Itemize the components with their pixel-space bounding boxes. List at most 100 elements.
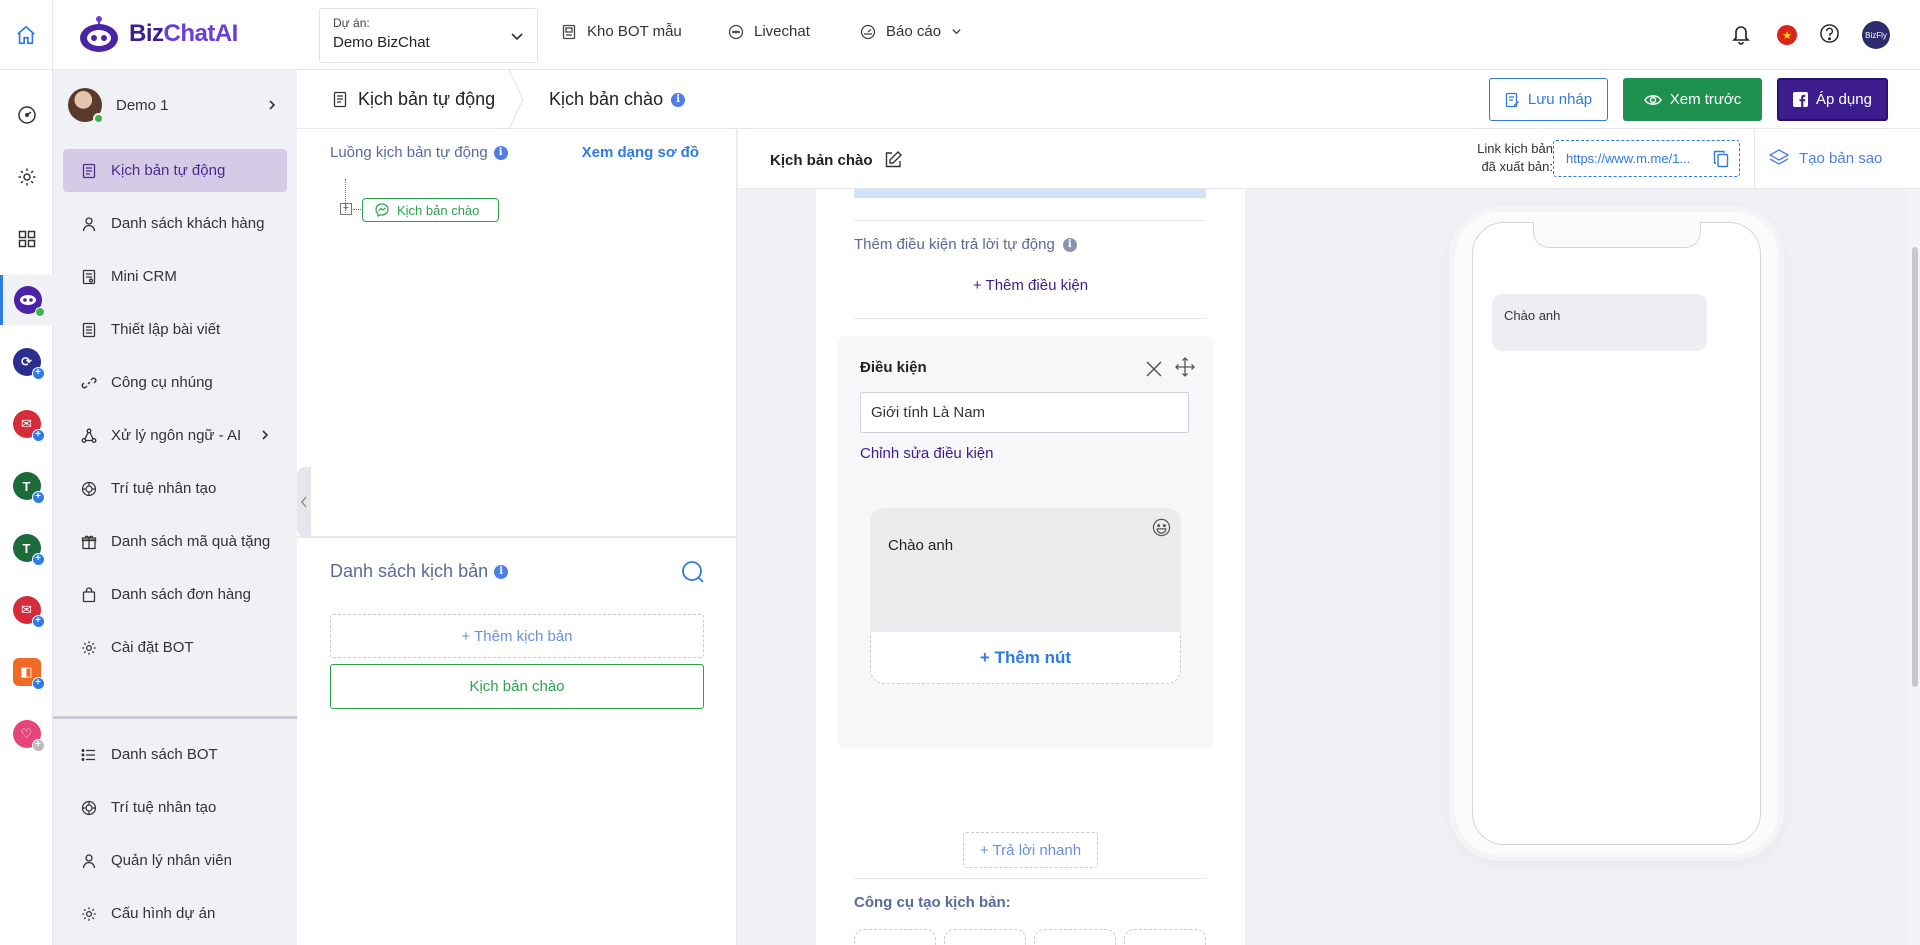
rail-settings[interactable] (0, 152, 53, 202)
tool-button[interactable] (1034, 929, 1116, 945)
save-draft-label: Lưu nháp (1527, 91, 1593, 108)
info-icon[interactable]: i (493, 145, 508, 160)
sidebar-item-staff[interactable]: Quản lý nhân viên (63, 839, 287, 882)
rail-apps[interactable] (0, 214, 53, 264)
emoji-icon[interactable] (1152, 518, 1171, 537)
project-select[interactable]: Dự án: Demo BizChat (319, 8, 538, 63)
sidebar-item-customers[interactable]: Danh sách khách hàng (63, 202, 287, 245)
rail-app-4[interactable]: T + (0, 461, 53, 511)
message-text[interactable]: Chào anh (888, 537, 953, 554)
sidebar-item-ai-2[interactable]: Trí tuệ nhân tạo (63, 786, 287, 829)
tool-button[interactable] (854, 929, 936, 945)
edit-icon[interactable] (883, 150, 903, 170)
tool-button[interactable] (1124, 929, 1206, 945)
sidebar-item-project-config[interactable]: Cấu hình dự án (63, 892, 287, 935)
app-rail: ⟳ + ✉ + T + T + ✉ + ◧ + ♡ + (0, 70, 53, 945)
edit-condition-link[interactable]: Chỉnh sửa điều kiện (860, 445, 993, 462)
add-button-button[interactable]: + Thêm nút (870, 632, 1181, 684)
nav-livechat[interactable]: Livechat (728, 23, 810, 40)
tree-app-icon: T + (12, 472, 45, 504)
published-link-label-line2: đã xuất bản: (1481, 159, 1553, 174)
facebook-icon (1793, 92, 1809, 107)
info-icon[interactable]: i (494, 564, 509, 579)
condition-label: Điều kiện (860, 359, 927, 376)
sidebar-item-gift-codes[interactable]: Danh sách mã quà tặng (63, 520, 287, 563)
add-condition-button[interactable]: + Thêm điều kiện (816, 277, 1245, 294)
vietnam-flag-icon[interactable]: ★ (1777, 25, 1797, 45)
chevron-right-icon (269, 100, 276, 110)
sidebar-item-label: Kịch bản tự động (111, 162, 226, 179)
search-icon[interactable] (680, 559, 706, 585)
bell-icon[interactable] (1731, 23, 1751, 45)
sidebar-item-label: Cài đặt BOT (111, 639, 194, 656)
sidebar-collapse-toggle[interactable] (297, 467, 311, 537)
duplicate-script-label: Tạo bản sao (1799, 149, 1883, 167)
sidebar-item-orders[interactable]: Danh sách đơn hàng (63, 573, 287, 616)
gift-icon (81, 535, 97, 549)
chevron-right-icon (262, 430, 269, 440)
rail-dashboard[interactable] (0, 90, 53, 140)
preview-button[interactable]: Xem trước (1623, 78, 1762, 121)
script-list-title: Danh sách kịch bản i (330, 561, 509, 582)
script-list-item[interactable]: Kịch bản chào (330, 664, 704, 709)
view-diagram-link[interactable]: Xem dạng sơ đồ (582, 144, 699, 161)
info-icon[interactable]: i (1062, 237, 1077, 252)
preview-message-bubble: Chào anh (1492, 294, 1707, 351)
help-icon[interactable] (1819, 23, 1840, 44)
scrollbar[interactable] (1910, 189, 1920, 945)
dashboard-icon (17, 106, 36, 124)
condition-input[interactable]: Giới tính Là Nam (860, 392, 1189, 433)
nav-bot-templates[interactable]: Kho BOT mẫu (561, 23, 682, 40)
chevron-down-icon (952, 29, 961, 35)
account-avatar[interactable]: BizFly (1862, 21, 1890, 49)
home-button[interactable] (0, 0, 53, 70)
scrollbar-thumb[interactable] (1912, 247, 1918, 687)
sidebar-item-label: Công cụ nhúng (111, 374, 213, 391)
info-icon[interactable]: i (671, 92, 686, 107)
rail-app-5[interactable]: T + (0, 523, 53, 573)
user-icon (82, 216, 96, 231)
copy-icon[interactable] (1713, 150, 1729, 168)
chevron-down-icon (511, 33, 523, 41)
move-icon[interactable] (1175, 357, 1195, 377)
published-link-field[interactable]: https://www.m.me/1... (1553, 140, 1740, 177)
duplicate-script-button[interactable]: Tạo bản sao (1769, 149, 1882, 167)
sidebar-item-mini-crm[interactable]: Mini CRM (63, 255, 287, 298)
rail-app-3[interactable]: ✉ + (0, 399, 53, 449)
quick-reply-button[interactable]: + Trả lời nhanh (963, 832, 1098, 868)
expand-icon[interactable]: + (340, 203, 352, 215)
sidebar-item-ai[interactable]: Trí tuệ nhân tạo (63, 467, 287, 510)
avatar (68, 88, 104, 124)
nav-reports[interactable]: Báo cáo (860, 23, 962, 40)
sidebar-item-bot-settings[interactable]: Cài đặt BOT (63, 626, 287, 669)
script-icon (82, 163, 96, 178)
sidebar-item-auto-scripts[interactable]: Kịch bản tự động (63, 149, 287, 192)
tool-button[interactable] (944, 929, 1026, 945)
breadcrumb-section-label: Kịch bản tự động (358, 89, 496, 109)
flow-node[interactable]: Kịch bản chào (362, 198, 499, 222)
divider (854, 878, 1206, 879)
sidebar-item-embed-tools[interactable]: Công cụ nhúng (63, 361, 287, 404)
nav-bot-templates-label: Kho BOT mẫu (587, 23, 682, 40)
breadcrumb-section[interactable]: Kịch bản tự động (332, 89, 495, 110)
add-script-button[interactable]: + Thêm kịch bản (330, 614, 704, 658)
rail-app-8[interactable]: ♡ + (0, 709, 53, 759)
apply-button[interactable]: Áp dụng (1777, 78, 1888, 121)
sidebar-item-nlp-ai[interactable]: Xử lý ngôn ngữ - AI (63, 414, 287, 457)
flow-node-label: Kịch bản chào (397, 202, 480, 218)
close-icon[interactable] (1145, 360, 1163, 378)
save-draft-button[interactable]: Lưu nháp (1489, 78, 1608, 121)
tree-app-icon: T + (12, 534, 45, 566)
breadcrumb-separator (508, 70, 524, 129)
rail-app-6[interactable]: ✉ + (0, 585, 53, 635)
logo[interactable]: BizChatAI (77, 14, 238, 54)
sidebar-item-bot-list[interactable]: Danh sách BOT (63, 733, 287, 776)
rail-bizchat[interactable] (0, 275, 53, 325)
sidebar-divider (53, 716, 297, 719)
rail-app-7[interactable]: ◧ + (0, 647, 53, 697)
phone-notch (1533, 222, 1701, 248)
rail-app-2[interactable]: ⟳ + (0, 337, 53, 387)
user-switcher[interactable]: Demo 1 (68, 83, 288, 127)
message-block[interactable]: Chào anh (870, 508, 1181, 632)
sidebar-item-posts[interactable]: Thiết lập bài viết (63, 308, 287, 351)
